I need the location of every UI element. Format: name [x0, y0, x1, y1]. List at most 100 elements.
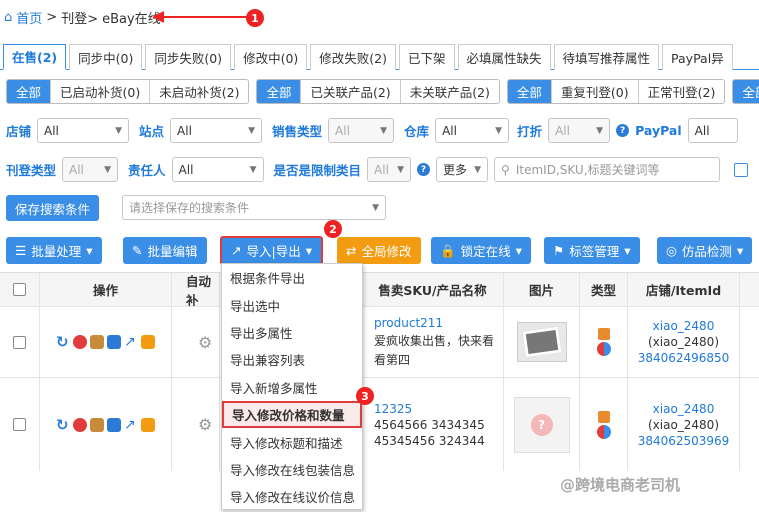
help-icon[interactable]: ? — [616, 124, 630, 137]
saved-search-select[interactable]: 请选择保存的搜索条件 ▼ — [122, 195, 386, 220]
chevron-down-icon: ▼ — [372, 202, 379, 213]
sale-type-select[interactable]: All ▼ — [328, 118, 395, 143]
imitation-check-button[interactable]: ◎ 仿品检测 ▾ — [657, 237, 753, 264]
tab-on-sale[interactable]: 在售(2) — [3, 44, 67, 70]
col-auto: 自动补 — [172, 273, 220, 308]
menu-import-title-description[interactable]: 导入修改标题和描述 — [222, 428, 362, 455]
sale-type-label: 销售类型 — [272, 124, 323, 139]
global-edit-button[interactable]: ⇄ 全局修改 — [337, 237, 421, 264]
tab-sync-failed[interactable]: 同步失败(0) — [145, 44, 232, 70]
segment-option[interactable]: 全部 — [507, 80, 552, 103]
segment-option[interactable]: 重复刊登(0) — [551, 80, 639, 103]
menu-import-price-quantity[interactable]: 导入修改价格和数量 — [222, 400, 362, 429]
segment-option[interactable]: 已启动补货(0) — [51, 80, 151, 103]
restricted-select[interactable]: All ▼ — [367, 157, 412, 182]
more-icon[interactable] — [141, 417, 155, 432]
batch-process-button[interactable]: ☰ 批量处理 ▾ — [6, 237, 102, 264]
copy-icon[interactable] — [90, 335, 104, 349]
menu-export-compatibility[interactable]: 导出兼容列表 — [222, 346, 362, 373]
menu-export-by-condition[interactable]: 根据条件导出 — [222, 264, 362, 291]
save-search-button[interactable]: 保存搜索条件 — [6, 195, 100, 221]
segment-linked: 全部 已关联产品(2) 未关联产品(2) — [256, 79, 500, 104]
item-id-link[interactable]: 384062496850 — [638, 351, 730, 365]
tab-paypal[interactable]: PayPal异 — [662, 44, 733, 70]
row-checkbox[interactable] — [13, 335, 26, 349]
gear-icon[interactable]: ⚙ — [172, 307, 220, 377]
sku-link[interactable]: product211 — [374, 316, 443, 330]
caret-down-icon: ▾ — [736, 243, 744, 258]
row-checkbox[interactable] — [13, 418, 26, 431]
chart-icon: ↗ — [231, 243, 242, 258]
segment-option[interactable]: 正常刊登(2) — [638, 80, 725, 103]
caret-down-icon: ▾ — [515, 243, 522, 258]
import-export-button[interactable]: ↗ 导入|导出 ▾ — [220, 236, 323, 265]
tab-recommended-attrs[interactable]: 待填写推荐属性 — [553, 44, 660, 70]
filter-row-1: 店铺 All ▼ 站点 All ▼ 销售类型 All ▼ 仓库 All ▼ 打折 All… — [6, 118, 738, 143]
lock-online-button[interactable]: 🔒 锁定在线 ▾ — [431, 237, 531, 264]
breadcrumb-separator: > — [46, 10, 58, 25]
segment-option[interactable]: 已关联产品(2) — [301, 80, 401, 103]
segment-restock: 全部 已启动补货(0) 未启动补货(2) — [6, 79, 250, 104]
product-name: 爱疯收集出售，快来看 — [374, 334, 495, 348]
home-icon[interactable]: ⌂ — [4, 10, 12, 25]
menu-export-selected[interactable]: 导出选中 — [222, 291, 362, 318]
caret-down-icon: ▾ — [86, 243, 93, 258]
menu-export-variations[interactable]: 导出多属性 — [222, 319, 362, 346]
download-icon[interactable] — [73, 417, 87, 432]
batch-edit-button[interactable]: ✎ 批量编辑 — [123, 237, 207, 264]
segment-option[interactable]: 全部 — [7, 80, 52, 103]
sku-link[interactable]: 12325 — [374, 402, 412, 416]
menu-import-offer-info[interactable]: 导入修改在线议价信息 — [222, 483, 362, 510]
chevron-down-icon: ▼ — [596, 125, 604, 136]
help-icon[interactable]: ? — [417, 163, 431, 176]
type-icon — [580, 378, 628, 471]
breadcrumb-home[interactable]: 首页 — [16, 8, 42, 27]
trend-icon[interactable]: ↗ — [124, 335, 138, 349]
segment-option[interactable]: 全部 — [257, 80, 302, 103]
more-select[interactable]: 更多 ▼ — [436, 157, 489, 182]
store-link[interactable]: xiao_2480 — [653, 402, 715, 416]
search-input[interactable]: ⚲ ItemID,SKU,标题关键词等 — [494, 157, 721, 182]
warehouse-select[interactable]: All ▼ — [435, 118, 510, 143]
tab-delisted[interactable]: 已下架 — [399, 44, 455, 70]
discount-select[interactable]: All ▼ — [548, 118, 611, 143]
owner-select[interactable]: All ▼ — [171, 157, 264, 182]
breadcrumb-listing[interactable]: 刊登> — [61, 8, 98, 27]
store-link[interactable]: xiao_2480 — [653, 319, 715, 333]
shop-select[interactable]: All ▼ — [37, 118, 130, 143]
refresh-icon[interactable]: ↻ — [56, 335, 70, 350]
edit-icon[interactable] — [107, 417, 121, 432]
col-op: 操作 — [40, 273, 172, 306]
product-image-placeholder[interactable]: ? — [504, 378, 580, 471]
segment-option[interactable]: 未关联产品(2) — [400, 80, 499, 103]
tab-syncing[interactable]: 同步中(0) — [69, 44, 143, 70]
refresh-icon[interactable]: ↻ — [56, 417, 70, 432]
type-icon — [580, 307, 628, 377]
col-more — [740, 273, 759, 306]
tab-modifying[interactable]: 修改中(0) — [234, 44, 308, 70]
segment-option[interactable]: 未启动补货(2) — [150, 80, 249, 103]
product-image[interactable] — [504, 307, 580, 377]
tag-manage-button[interactable]: ⚑ 标签管理 ▾ — [544, 237, 640, 264]
tab-modify-failed[interactable]: 修改失败(2) — [310, 44, 396, 70]
search-option-checkbox[interactable] — [734, 162, 749, 177]
chevron-down-icon: ▼ — [249, 164, 257, 175]
site-select[interactable]: All ▼ — [170, 118, 263, 143]
item-id-link[interactable]: 384062503969 — [638, 434, 730, 448]
copy-icon[interactable] — [90, 417, 104, 432]
download-icon[interactable] — [73, 335, 87, 349]
menu-import-package-info[interactable]: 导入修改在线包装信息 — [222, 456, 362, 483]
edit-icon[interactable] — [107, 335, 121, 349]
paypal-select[interactable]: All — [687, 118, 738, 143]
listing-type-select[interactable]: All ▼ — [62, 157, 119, 182]
segment-option[interactable]: 全部 — [733, 80, 759, 103]
discount-label: 打折 — [517, 124, 543, 139]
more-icon[interactable] — [141, 335, 155, 349]
tab-missing-attrs[interactable]: 必填属性缺失 — [457, 44, 551, 70]
shop-label: 店铺 — [6, 124, 32, 139]
chevron-down-icon: ▼ — [115, 125, 123, 136]
gear-icon[interactable]: ⚙ — [172, 378, 220, 471]
select-all-checkbox[interactable] — [13, 283, 26, 296]
menu-import-new-variations[interactable]: 导入新增多属性 — [222, 374, 362, 401]
trend-icon[interactable]: ↗ — [124, 418, 138, 432]
